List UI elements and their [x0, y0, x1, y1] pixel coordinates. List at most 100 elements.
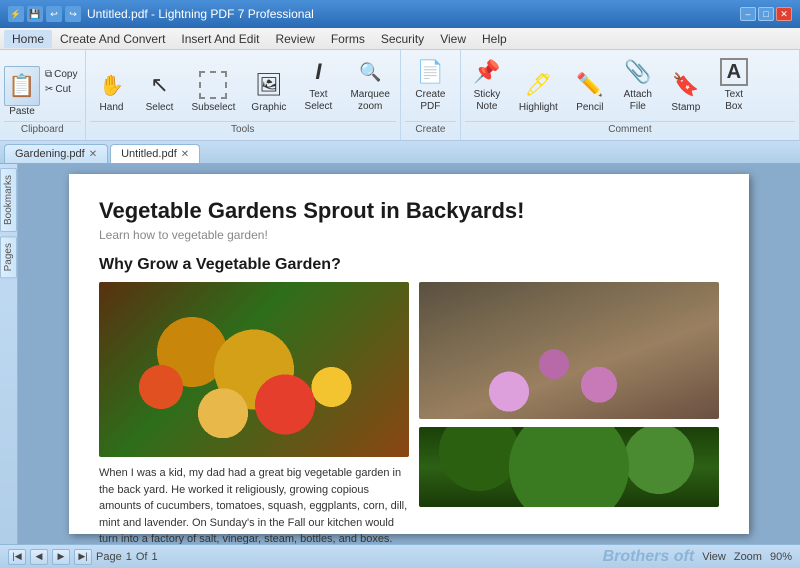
pdf-right-col	[419, 282, 719, 544]
pdf-section1-title: Why Grow a Vegetable Garden?	[99, 256, 719, 274]
pdf-document-subtitle: Learn how to vegetable garden!	[99, 228, 719, 242]
create-pdf-button[interactable]: 📄 CreatePDF	[408, 52, 452, 117]
sticky-note-button[interactable]: 📌 StickyNote	[465, 52, 509, 117]
pdf-content-row: When I was a kid, my dad had a great big…	[99, 282, 719, 544]
highlight-button[interactable]: 🖊 Highlight	[513, 65, 564, 117]
stamp-button[interactable]: 🔖 Stamp	[664, 65, 708, 117]
menu-review[interactable]: Review	[267, 30, 322, 48]
page-label: Page	[96, 551, 122, 563]
quick-access-3[interactable]: ↪	[65, 6, 81, 22]
create-content: 📄 CreatePDF	[405, 52, 456, 119]
subselect-button[interactable]: Subselect	[186, 65, 242, 117]
cut-label: Cut	[55, 84, 71, 95]
attach-file-icon: 📎	[622, 56, 654, 88]
pdf-document-title: Vegetable Gardens Sprout in Backyards!	[99, 198, 719, 224]
pdf-wrapper[interactable]: Vegetable Gardens Sprout in Backyards! L…	[18, 164, 800, 544]
clipboard-content: 📋 Paste ⧉ Copy ✂ Cut	[4, 52, 81, 119]
pdf-garden-image	[419, 427, 719, 544]
tools-label: Tools	[90, 121, 396, 138]
hand-label: Hand	[100, 102, 124, 113]
paste-button[interactable]: 📋 Paste	[4, 66, 40, 117]
graphic-icon: 🖼	[253, 69, 285, 101]
page-total: 1	[151, 551, 157, 563]
menu-create-convert[interactable]: Create And Convert	[52, 30, 173, 48]
tab-untitled[interactable]: Untitled.pdf ✕	[110, 144, 200, 163]
nav-next-button[interactable]: ▶	[52, 549, 70, 565]
bookmarks-panel-tab[interactable]: Bookmarks	[0, 168, 17, 232]
copy-button[interactable]: ⧉ Copy	[42, 68, 81, 81]
minimize-button[interactable]: –	[740, 7, 756, 21]
tools-content: ✋ Hand ↖ Select Subselect 🖼 Graphic I Te…	[90, 52, 396, 119]
quick-access-2[interactable]: ↩	[46, 6, 62, 22]
ribbon-group-clipboard: 📋 Paste ⧉ Copy ✂ Cut Clipboard	[0, 50, 86, 140]
pdf-body-text: When I was a kid, my dad had a great big…	[99, 465, 409, 544]
menu-forms[interactable]: Forms	[323, 30, 373, 48]
menu-help[interactable]: Help	[474, 30, 515, 48]
titlebar-icons: ⚡ 💾 ↩ ↪	[8, 6, 81, 22]
text-select-button[interactable]: I TextSelect	[296, 52, 340, 117]
ribbon: 📋 Paste ⧉ Copy ✂ Cut Clipboard	[0, 50, 800, 141]
window-controls: – □ ✕	[740, 7, 792, 21]
zoom-value: 90%	[770, 551, 792, 563]
pages-panel-tab[interactable]: Pages	[0, 236, 17, 278]
select-button[interactable]: ↖ Select	[138, 65, 182, 117]
side-panel-left: Bookmarks Pages	[0, 164, 18, 544]
text-box-label: TextBox	[725, 89, 743, 113]
statusbar-left: |◀ ◀ ▶ ▶| Page 1 Of 1	[8, 549, 158, 565]
page-number: 1	[126, 551, 132, 563]
menu-view[interactable]: View	[432, 30, 474, 48]
vegetable-image-content	[99, 282, 409, 457]
marquee-zoom-icon: 🔍	[354, 56, 386, 88]
hand-button[interactable]: ✋ Hand	[90, 65, 134, 117]
graphic-label: Graphic	[251, 102, 286, 113]
copy-cut-group: ⧉ Copy ✂ Cut	[42, 66, 81, 96]
pdf-vegetable-image	[99, 282, 409, 457]
close-button[interactable]: ✕	[776, 7, 792, 21]
cut-icon: ✂	[45, 84, 53, 95]
zoom-label: Zoom	[734, 551, 762, 563]
nav-last-button[interactable]: ▶|	[74, 549, 92, 565]
tab-gardening-close[interactable]: ✕	[89, 149, 97, 160]
tab-untitled-close[interactable]: ✕	[181, 149, 189, 160]
pencil-icon: ✏️	[574, 69, 606, 101]
attach-file-button[interactable]: 📎 AttachFile	[616, 52, 660, 117]
titlebar-left: ⚡ 💾 ↩ ↪ Untitled.pdf - Lightning PDF 7 P…	[8, 6, 314, 22]
select-label: Select	[146, 102, 174, 113]
cut-button[interactable]: ✂ Cut	[42, 83, 81, 96]
clipboard-inner: 📋 Paste ⧉ Copy ✂ Cut	[4, 66, 81, 117]
garden-image-content	[419, 427, 719, 507]
menu-security[interactable]: Security	[373, 30, 432, 48]
create-pdf-icon: 📄	[414, 56, 446, 88]
ribbon-group-tools: ✋ Hand ↖ Select Subselect 🖼 Graphic I Te…	[86, 50, 401, 140]
paste-icon: 📋	[4, 66, 40, 106]
quick-access-1[interactable]: 💾	[27, 6, 43, 22]
text-select-icon: I	[302, 56, 334, 88]
graphic-button[interactable]: 🖼 Graphic	[245, 65, 292, 117]
maximize-button[interactable]: □	[758, 7, 774, 21]
tab-gardening[interactable]: Gardening.pdf ✕	[4, 144, 108, 163]
subselect-icon	[199, 71, 227, 99]
text-box-icon: A	[720, 58, 748, 86]
paste-label: Paste	[9, 106, 35, 117]
highlight-icon: 🖊	[522, 69, 554, 101]
create-label: Create	[405, 121, 456, 138]
view-label: View	[702, 551, 726, 563]
pencil-button[interactable]: ✏️ Pencil	[568, 65, 612, 117]
pdf-soil-image	[419, 282, 719, 419]
tab-untitled-label: Untitled.pdf	[121, 148, 177, 160]
text-box-button[interactable]: A TextBox	[712, 52, 756, 117]
stamp-icon: 🔖	[670, 69, 702, 101]
menu-insert-edit[interactable]: Insert And Edit	[173, 30, 267, 48]
tab-gardening-label: Gardening.pdf	[15, 148, 85, 160]
clipboard-label: Clipboard	[4, 121, 81, 138]
statusbar: |◀ ◀ ▶ ▶| Page 1 Of 1 Brothers oft View …	[0, 544, 800, 568]
pdf-page: Vegetable Gardens Sprout in Backyards! L…	[69, 174, 749, 534]
menu-home[interactable]: Home	[4, 30, 52, 48]
stamp-label: Stamp	[671, 102, 700, 113]
nav-first-button[interactable]: |◀	[8, 549, 26, 565]
nav-prev-button[interactable]: ◀	[30, 549, 48, 565]
comment-content: 📌 StickyNote 🖊 Highlight ✏️ Pencil 📎 Att…	[465, 52, 795, 119]
marquee-zoom-button[interactable]: 🔍 Marqueezoom	[344, 52, 395, 117]
watermark-text: Brothers oft	[603, 548, 695, 566]
comment-label: Comment	[465, 121, 795, 138]
